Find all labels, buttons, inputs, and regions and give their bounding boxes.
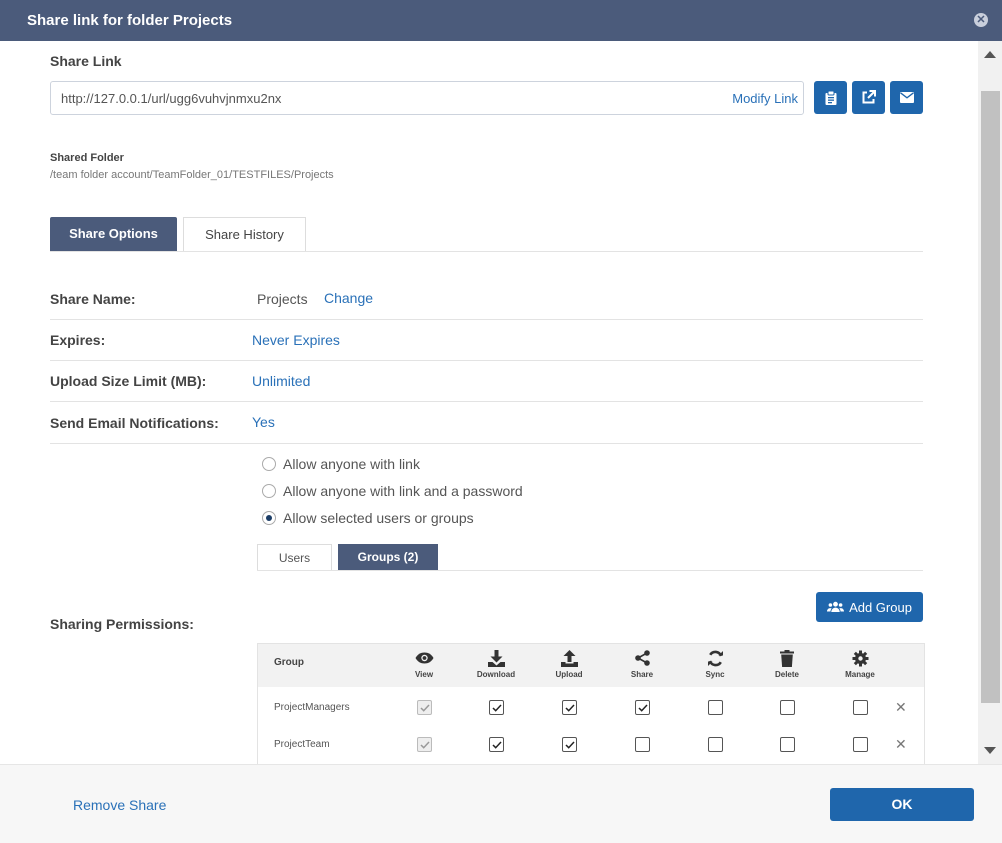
email-notifications-label: Send Email Notifications: [50, 415, 219, 431]
share-checkbox[interactable] [635, 700, 650, 715]
clipboard-icon [825, 90, 836, 105]
share-link-url[interactable]: http://127.0.0.1/url/ugg6vuhvjnmxu2nx [61, 91, 281, 106]
download-icon [487, 649, 505, 667]
radio-anyone-with-link[interactable] [262, 457, 276, 471]
envelope-icon [899, 92, 914, 103]
email-notifications-link[interactable]: Yes [252, 414, 275, 430]
group-name: ProjectManagers [274, 702, 350, 713]
tabs-divider [50, 251, 923, 252]
group-name: ProjectTeam [274, 739, 330, 750]
dialog-header: Share link for folder Projects ✕ [0, 0, 1002, 41]
table-header: Group View Download Upload Share Sync De… [258, 644, 924, 687]
share-link-field[interactable]: http://127.0.0.1/url/ugg6vuhvjnmxu2nx Mo… [50, 81, 804, 115]
eye-icon [415, 652, 433, 664]
divider [50, 401, 923, 402]
delete-column-header: Delete [757, 648, 817, 679]
subtabs-divider [257, 570, 923, 571]
radio-anyone-with-password-label[interactable]: Allow anyone with link and a password [283, 483, 523, 499]
upload-limit-link[interactable]: Unlimited [252, 373, 310, 389]
radio-selected-users-groups-label[interactable]: Allow selected users or groups [283, 510, 474, 526]
view-column-header: View [394, 648, 454, 679]
download-checkbox[interactable] [489, 737, 504, 752]
share-name-label: Share Name: [50, 291, 136, 307]
dialog-body: Share Link http://127.0.0.1/url/ugg6vuhv… [0, 41, 978, 764]
view-checkbox[interactable] [417, 737, 432, 752]
radio-anyone-with-password[interactable] [262, 484, 276, 498]
tab-users[interactable]: Users [257, 544, 332, 571]
view-checkbox[interactable] [417, 700, 432, 715]
modify-link-button[interactable]: Modify Link [732, 91, 798, 106]
upload-checkbox[interactable] [562, 700, 577, 715]
ok-button[interactable]: OK [830, 788, 974, 821]
tab-share-options[interactable]: Share Options [50, 217, 177, 251]
expires-label: Expires: [50, 332, 106, 348]
share-link-label: Share Link [50, 53, 122, 69]
share-column-header: Share [612, 648, 672, 679]
external-link-icon [862, 90, 876, 104]
upload-icon [560, 649, 578, 667]
divider [50, 360, 923, 361]
scroll-thumb[interactable] [981, 91, 1000, 703]
manage-checkbox[interactable] [853, 737, 868, 752]
shared-folder-path: /team folder account/TeamFolder_01/TESTF… [50, 169, 334, 181]
add-group-button[interactable]: Add Group [816, 592, 923, 622]
open-link-button[interactable] [852, 81, 885, 114]
change-share-name-link[interactable]: Change [324, 290, 373, 306]
table-row: ProjectManagers ✕ [258, 690, 924, 726]
share-name-value: Projects [257, 291, 308, 307]
sync-icon [707, 650, 723, 666]
radio-anyone-with-link-label[interactable]: Allow anyone with link [283, 456, 420, 472]
group-column-header: Group [274, 657, 304, 668]
copy-link-button[interactable] [814, 81, 847, 114]
dialog-footer: Remove Share OK [0, 764, 1002, 843]
scroll-down-icon[interactable] [984, 747, 996, 754]
gear-icon [852, 650, 868, 666]
upload-checkbox[interactable] [562, 737, 577, 752]
divider [50, 319, 923, 320]
sharing-permissions-label: Sharing Permissions: [50, 616, 194, 632]
manage-column-header: Manage [830, 648, 890, 679]
sync-column-header: Sync [685, 648, 745, 679]
delete-checkbox[interactable] [780, 700, 795, 715]
delete-checkbox[interactable] [780, 737, 795, 752]
manage-checkbox[interactable] [853, 700, 868, 715]
vertical-scrollbar[interactable] [978, 41, 1002, 764]
close-icon[interactable]: ✕ [974, 13, 988, 27]
remove-share-button[interactable]: Remove Share [73, 797, 166, 813]
radio-selected-users-groups[interactable] [262, 511, 276, 525]
dialog-title: Share link for folder Projects [27, 12, 233, 29]
email-link-button[interactable] [890, 81, 923, 114]
expires-link[interactable]: Never Expires [252, 332, 340, 348]
divider [50, 443, 923, 444]
remove-group-icon[interactable]: ✕ [895, 699, 907, 716]
share-checkbox[interactable] [635, 737, 650, 752]
shared-folder-label: Shared Folder [50, 152, 124, 164]
permissions-table: Group View Download Upload Share Sync De… [257, 643, 925, 764]
users-icon [827, 601, 845, 612]
sync-checkbox[interactable] [708, 700, 723, 715]
share-icon [634, 650, 650, 666]
upload-column-header: Upload [539, 648, 599, 679]
upload-limit-label: Upload Size Limit (MB): [50, 373, 207, 389]
scroll-up-icon[interactable] [984, 51, 996, 58]
trash-icon [780, 649, 794, 667]
download-column-header: Download [466, 648, 526, 679]
tab-share-history[interactable]: Share History [183, 217, 306, 252]
add-group-label: Add Group [849, 599, 912, 615]
tab-groups[interactable]: Groups (2) [338, 544, 438, 570]
table-row: ProjectTeam ✕ [258, 727, 924, 763]
remove-group-icon[interactable]: ✕ [895, 736, 907, 753]
sync-checkbox[interactable] [708, 737, 723, 752]
download-checkbox[interactable] [489, 700, 504, 715]
